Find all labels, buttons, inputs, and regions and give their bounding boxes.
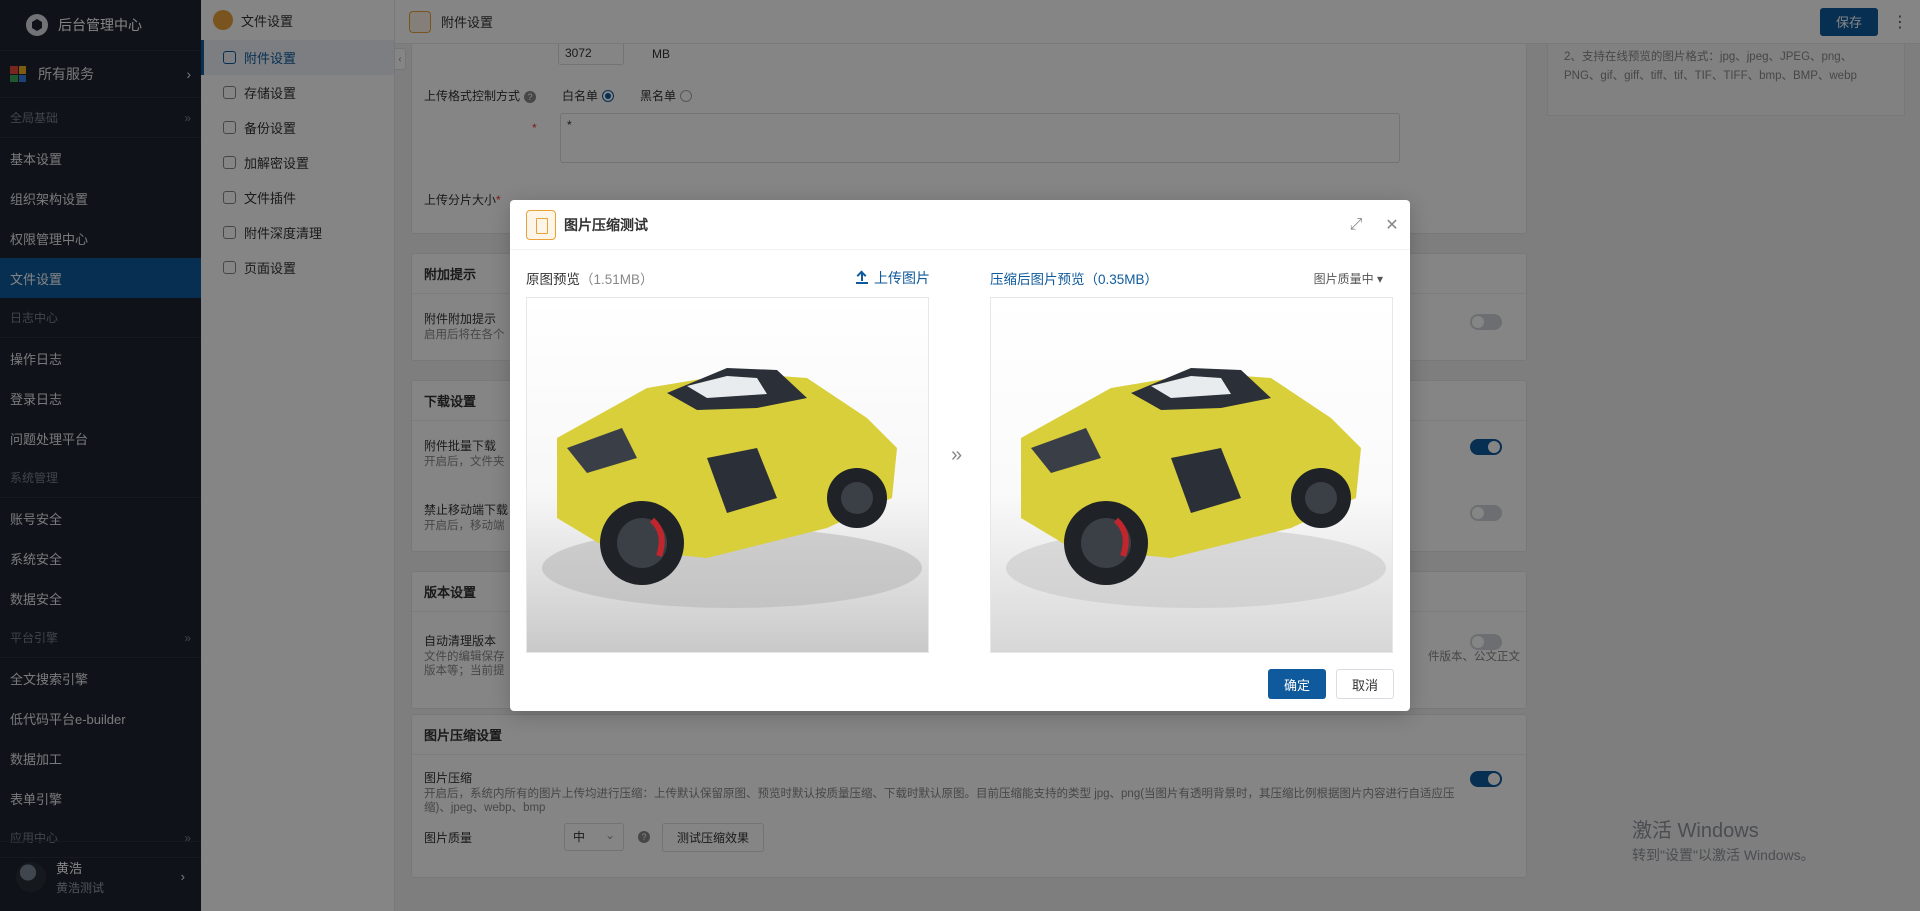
expand-icon[interactable]: ⤢	[1338, 216, 1374, 234]
upload-image-button[interactable]: 上传图片	[856, 268, 930, 288]
cancel-button[interactable]: 取消	[1336, 669, 1394, 699]
upload-label: 上传图片	[874, 270, 930, 286]
compressed-preview-title: 压缩后图片预览（0.35MB）	[990, 268, 1158, 288]
original-label: 原图预览	[526, 272, 580, 287]
modal-footer: 确定 取消	[1268, 669, 1394, 699]
quality-dropdown-label: 图片质量中	[1313, 272, 1374, 286]
compress-test-modal: 图片压缩测试 ⤢ ✕ 原图预览（1.51MB） 上传图片 压缩后图片预览（0.3…	[510, 200, 1410, 711]
double-chevron-right-icon: »	[951, 444, 963, 466]
car-image	[1006, 368, 1386, 608]
image-file-icon	[526, 209, 556, 240]
upload-icon	[856, 272, 868, 284]
confirm-button[interactable]: 确定	[1268, 669, 1326, 699]
original-size: （1.51MB）	[580, 272, 654, 287]
quality-dropdown[interactable]: 图片质量中 ▾	[1314, 270, 1383, 287]
compressed-image-preview	[990, 297, 1393, 653]
caret-down-icon: ▾	[1376, 272, 1383, 286]
close-icon[interactable]: ✕	[1374, 215, 1410, 235]
compressed-label: 压缩后图片预览	[990, 272, 1085, 287]
modal-header: 图片压缩测试 ⤢ ✕	[510, 200, 1410, 250]
original-image-preview	[526, 297, 929, 653]
original-preview-title: 原图预览（1.51MB）	[526, 268, 654, 288]
modal-title: 图片压缩测试	[564, 216, 648, 233]
car-image	[542, 368, 922, 608]
compressed-size: （0.35MB）	[1084, 272, 1159, 287]
